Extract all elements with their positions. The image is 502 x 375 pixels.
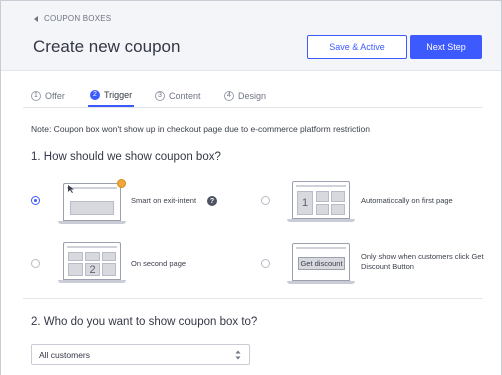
back-link[interactable]: COUPON BOXES (34, 14, 111, 23)
section-divider (23, 298, 483, 299)
tab-trigger[interactable]: 2 Trigger (88, 84, 135, 107)
back-link-label: COUPON BOXES (44, 14, 112, 23)
tab-content[interactable]: 3 Content (153, 84, 203, 107)
laptop-screen (63, 183, 121, 221)
option-label-exit-intent: Smart on exit-intent (131, 196, 197, 205)
laptop-screen: Get discount (292, 243, 350, 281)
save-active-button[interactable]: Save & Active (307, 35, 407, 59)
mouse-cursor-icon (68, 185, 74, 193)
page-number-block: 1 (297, 191, 313, 215)
platform-note: Note: Coupon box won't show up in checko… (31, 124, 370, 134)
next-step-button[interactable]: Next Step (410, 35, 482, 59)
triangle-left-icon (34, 15, 38, 22)
radio-exit-intent[interactable] (31, 196, 40, 205)
audience-select[interactable]: All customers (31, 344, 250, 365)
radio-first-page[interactable] (261, 196, 270, 205)
tab-label: Design (238, 90, 267, 101)
tab-label: Trigger (104, 89, 133, 100)
tab-design[interactable]: 4 Design (222, 84, 268, 107)
laptop-screen: 1 (292, 181, 350, 219)
popup-block (70, 201, 114, 215)
page-number-block: 2 (85, 263, 100, 276)
option-label-second-page: On second page (131, 259, 187, 268)
tab-label: Content (169, 90, 201, 101)
audience-select-value: All customers (39, 349, 91, 360)
laptop-screen: 2 (63, 242, 121, 280)
section-title-audience: 2. Who do you want to show coupon box to… (31, 316, 258, 328)
question-circle-icon[interactable]: ? (207, 196, 217, 206)
award-badge-icon (117, 179, 126, 188)
up-down-arrows-icon (235, 350, 241, 360)
page-title: Create new coupon (33, 37, 181, 56)
step-number: 1 (31, 90, 41, 101)
option-label-first-page: Automaticcally on first page (361, 196, 453, 205)
step-number: 4 (224, 90, 234, 101)
step-number: 2 (90, 89, 100, 100)
step-tabs: 1 Offer 2 Trigger 3 Content 4 Design (23, 72, 483, 108)
radio-second-page[interactable] (31, 259, 40, 268)
option-label-get-discount: Only show when customers click Get Disco… (361, 252, 484, 271)
page-header: COUPON BOXES Create new coupon Save & Ac… (1, 1, 501, 71)
get-discount-preview-button: Get discount (298, 257, 345, 270)
section-title-show-method: 1. How should we show coupon box? (31, 151, 221, 163)
step-number: 3 (155, 90, 165, 101)
tab-offer[interactable]: 1 Offer (29, 84, 67, 107)
radio-get-discount[interactable] (261, 259, 270, 268)
tab-label: Offer (45, 90, 65, 101)
